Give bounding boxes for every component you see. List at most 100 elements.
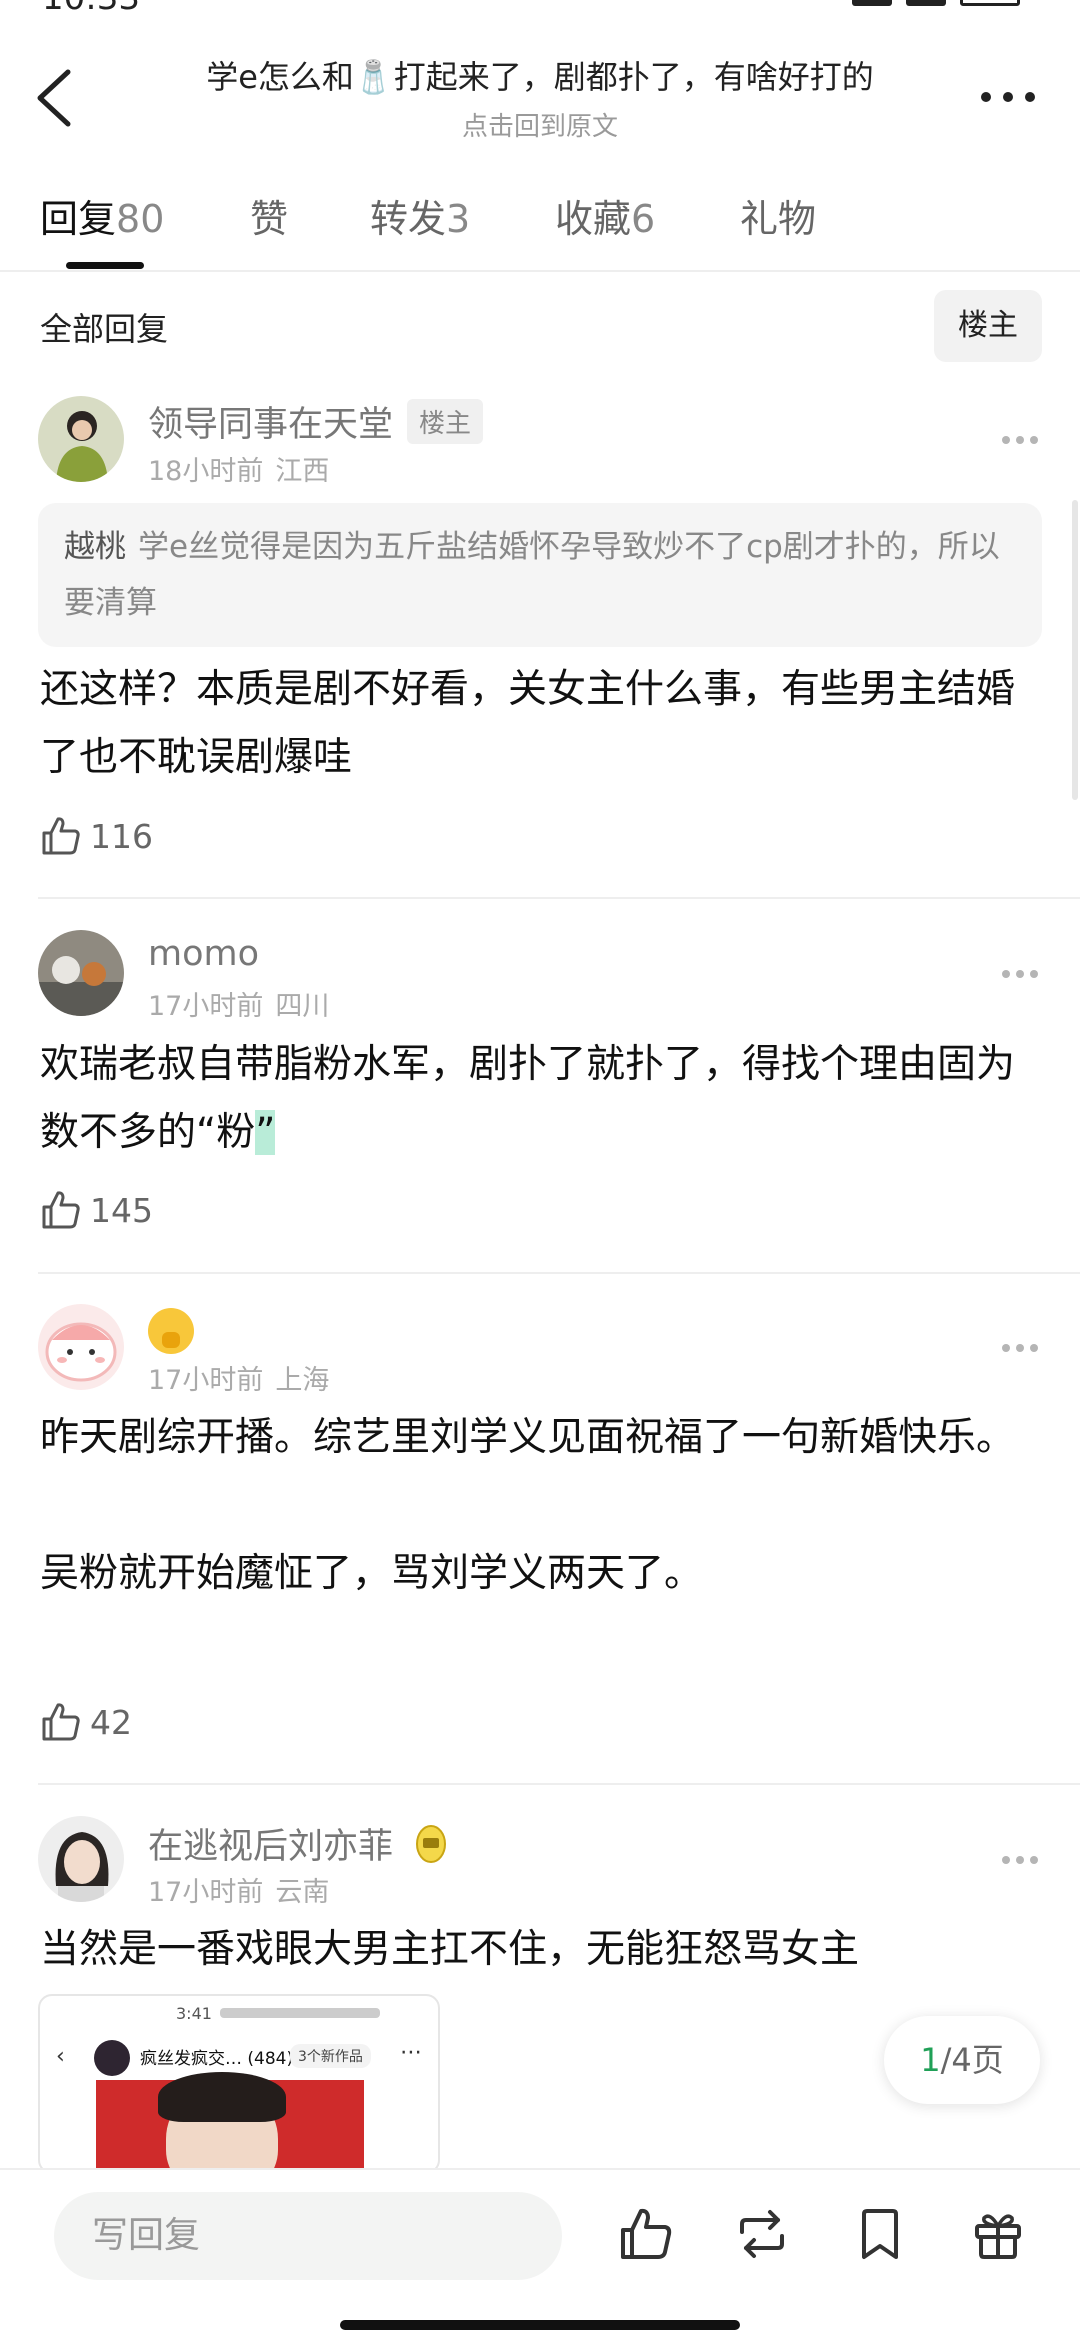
thumbs-up-icon	[42, 1191, 80, 1229]
status-icons	[852, 0, 1020, 6]
comment-meta: 17小时前 云南	[148, 1870, 329, 1909]
tab-label: 礼物	[740, 197, 817, 241]
comment-meta: 17小时前 四川	[148, 984, 329, 1023]
like-count: 116	[90, 816, 153, 856]
more-options-button[interactable]	[978, 82, 1038, 112]
tab-label: 回复	[40, 197, 117, 241]
op-only-filter-button[interactable]: 楼主	[934, 290, 1042, 362]
like-button[interactable]: 145	[40, 1188, 153, 1232]
tab-label: 赞	[250, 197, 289, 241]
comment-username[interactable]: 领导同事在天堂 楼主	[148, 396, 484, 447]
comment-time: 17小时前	[148, 1877, 264, 1908]
comment-username[interactable]: momo	[148, 934, 259, 974]
comment-text: 昨天剧综开播。综艺里刘学义见面祝福了一句新婚快乐。 吴粉就开始魔怔了，骂刘学义两…	[40, 1415, 1016, 1596]
active-tab-indicator	[66, 262, 144, 269]
scrollbar[interactable]	[1072, 500, 1078, 800]
total-pages: /4页	[940, 2041, 1004, 2079]
gift-button[interactable]	[970, 2206, 1026, 2262]
avatar[interactable]	[38, 1304, 124, 1390]
divider	[38, 1783, 1080, 1785]
comment-time: 18小时前	[148, 456, 264, 487]
thumb-works-badge: 3个新作品	[290, 2044, 371, 2068]
username-text: 在逃视后刘亦菲	[148, 1827, 394, 1867]
divider	[38, 897, 1080, 899]
tab-count: 3	[446, 197, 471, 241]
tab-likes[interactable]: 赞	[250, 188, 288, 243]
comment-text-main: 欢瑞老叔自带脂粉水军，剧扑了就扑了，得找个理由固为数不多的“粉	[40, 1042, 1016, 1155]
all-replies-heading: 全部回复	[40, 310, 169, 348]
tab-label: 收藏	[555, 197, 632, 241]
thumbs-up-icon	[42, 1703, 80, 1741]
post-title-link[interactable]: 学e怎么和🧂打起来了，剧都扑了，有啥好打的 点击回到原文	[130, 52, 950, 143]
thumb-photo	[96, 2072, 364, 2172]
thumbs-up-icon	[42, 817, 80, 855]
username-text: momo	[148, 934, 260, 974]
thumb-more-icon: ⋯	[400, 2040, 422, 2065]
tab-reposts[interactable]: 转发3	[370, 188, 470, 243]
like-count: 42	[90, 1702, 132, 1742]
back-to-original-hint: 点击回到原文	[461, 112, 618, 142]
comment-text: 欢瑞老叔自带脂粉水军，剧扑了就扑了，得找个理由固为数不多的“粉”	[40, 1031, 1040, 1167]
comment-username[interactable]: 在逃视后刘亦菲	[148, 1818, 448, 1869]
post-title: 学e怎么和🧂打起来了，剧都扑了，有啥好打的	[206, 58, 874, 96]
thumb-status-time: 3:41	[176, 2004, 212, 2023]
comment-location: 江西	[275, 456, 330, 487]
avatar[interactable]	[38, 396, 124, 482]
comment-text: 当然是一番戏眼大男主扛不住，无能狂怒骂女主	[40, 1927, 860, 1972]
avatar[interactable]	[38, 1816, 124, 1902]
avatar[interactable]	[38, 930, 124, 1016]
thumb-back-icon: ‹	[56, 2044, 65, 2069]
comment-more-icon[interactable]	[1000, 434, 1040, 446]
like-button[interactable]: 116	[40, 814, 153, 858]
comment-time: 17小时前	[148, 991, 264, 1022]
reply-filter-row: 全部回复 楼主	[0, 288, 1080, 364]
comment-meta: 18小时前 江西	[148, 449, 329, 488]
tab-count: 6	[631, 197, 656, 241]
page-indicator[interactable]: 1/4页	[884, 2016, 1040, 2104]
quoted-text: 学e丝觉得是因为五斤盐结婚怀孕导致炒不了cp剧才扑的，所以要清算	[64, 529, 1000, 621]
status-bar: 10:33	[0, 0, 1080, 20]
comment-more-icon[interactable]	[1000, 1854, 1040, 1866]
comment-image-thumbnail[interactable]: 3:41 ‹ 疯丝发疯交… (484) 3个新作品 ⋯	[38, 1994, 440, 2174]
comment-meta: 17小时前 上海	[148, 1358, 329, 1397]
comment-text: 还这样？本质是剧不好看，关女主什么事，有些男主结婚了也不耽误剧爆哇	[40, 667, 1016, 780]
thumb-group-avatar	[94, 2040, 130, 2076]
username-text: 领导同事在天堂	[148, 405, 394, 445]
comment-more-icon[interactable]	[1000, 968, 1040, 980]
thumb-hair	[158, 2072, 286, 2122]
reply-input[interactable]: 写回复	[54, 2192, 562, 2280]
comment-more-icon[interactable]	[1000, 1342, 1040, 1354]
comment-location: 四川	[275, 991, 330, 1022]
tab-replies[interactable]: 回复80	[40, 188, 164, 243]
signal-icon	[852, 0, 892, 6]
battery-icon	[960, 0, 1020, 6]
comment-time: 17小时前	[148, 1365, 264, 1396]
wifi-icon	[906, 0, 946, 6]
shushing-face-emoji-username[interactable]	[148, 1308, 194, 1354]
tab-count: 80	[116, 197, 165, 241]
thumb-group-title: 疯丝发疯交… (484)	[140, 2049, 294, 2069]
comment-location: 上海	[275, 1365, 330, 1396]
home-indicator	[340, 2320, 740, 2330]
level-medal-icon	[416, 1825, 447, 1863]
text-selection-highlight: ”	[255, 1110, 276, 1155]
like-post-button[interactable]	[618, 2206, 674, 2262]
bottom-action-bar: 写回复	[0, 2168, 1080, 2341]
tab-bar: 回复80 赞 转发3 收藏6 礼物	[0, 182, 1080, 272]
repost-button[interactable]	[734, 2206, 790, 2262]
quoted-reply[interactable]: 越桃 学e丝觉得是因为五斤盐结婚怀孕导致炒不了cp剧才扑的，所以要清算	[38, 503, 1042, 647]
like-button[interactable]: 42	[40, 1700, 132, 1744]
tab-gifts[interactable]: 礼物	[740, 188, 816, 243]
comment-location: 云南	[275, 1877, 330, 1908]
quoted-username: 越桃	[64, 529, 126, 565]
back-button[interactable]	[30, 66, 80, 130]
tab-label: 转发	[370, 197, 447, 241]
status-time: 10:33	[42, 0, 140, 18]
tab-favorites[interactable]: 收藏6	[555, 188, 655, 243]
thumb-status-icons	[220, 2008, 380, 2018]
op-badge: 楼主	[407, 399, 484, 444]
bookmark-button[interactable]	[852, 2206, 908, 2262]
divider	[38, 1272, 1080, 1274]
top-nav: 学e怎么和🧂打起来了，剧都扑了，有啥好打的 点击回到原文	[0, 30, 1080, 160]
current-page: 1	[920, 2041, 941, 2079]
